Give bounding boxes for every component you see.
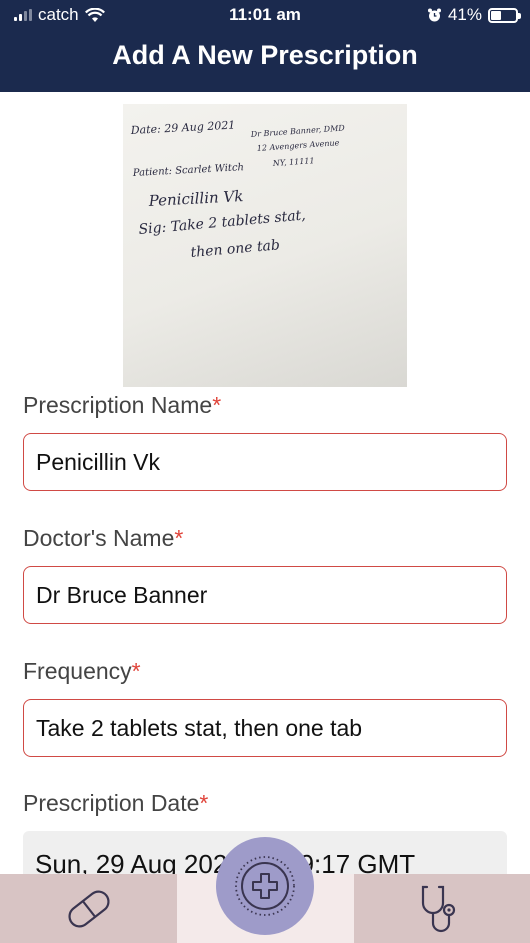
required-marker: * [212, 392, 222, 418]
prescription-date-label: Prescription Date* [23, 790, 208, 817]
photo-patient-text: Patient: Scarlet Witch [132, 162, 245, 179]
doctor-name-value: Dr Bruce Banner [36, 581, 208, 608]
tab-doctors[interactable] [354, 874, 530, 943]
photo-sig-line1: Sig: Take 2 tablets stat, [138, 207, 306, 238]
plus-circle-icon [235, 856, 295, 916]
required-marker: * [199, 790, 209, 816]
photo-doctor-line3: NY, 11111 [272, 156, 315, 168]
battery-percent: 41% [447, 5, 482, 24]
status-right: 41% [427, 5, 521, 25]
app-screen: catch 11:01 am 41% Add A New Prescriptio… [0, 0, 530, 943]
doctor-name-label-text: Doctor's Name [23, 525, 175, 551]
prescription-name-value: Penicillin Vk [36, 448, 160, 475]
pill-icon [67, 890, 110, 927]
frequency-label-text: Frequency [23, 658, 132, 684]
photo-doctor-line1: Dr Bruce Banner, DMD [250, 123, 346, 139]
prescription-name-input[interactable]: Penicillin Vk [23, 433, 507, 491]
tab-medications[interactable] [0, 874, 177, 943]
prescription-name-label: Prescription Name* [23, 392, 221, 419]
doctor-name-label: Doctor's Name* [23, 525, 183, 552]
photo-sig-line2: then one tab [190, 237, 281, 261]
add-prescription-button[interactable] [216, 837, 314, 935]
photo-drug-text: Penicillin Vk [147, 187, 244, 210]
photo-date-text: Date: 29 Aug 2021 [129, 119, 235, 138]
battery-icon [488, 7, 521, 23]
page-title: Add A New Prescription [112, 40, 418, 70]
required-marker: * [131, 658, 141, 684]
stethoscope-icon [421, 885, 456, 932]
frequency-value: Take 2 tablets stat, then one tab [36, 714, 363, 741]
alarm-icon [427, 8, 441, 21]
prescription-photo[interactable]: Date: 29 Aug 2021 Dr Bruce Banner, DMD 1… [123, 104, 407, 387]
frequency-input[interactable]: Take 2 tablets stat, then one tab [23, 699, 507, 757]
photo-doctor-line2: 12 Avengers Avenue [257, 138, 340, 153]
status-bar: catch 11:01 am 41% [0, 0, 530, 30]
doctor-name-input[interactable]: Dr Bruce Banner [23, 566, 507, 624]
prescription-date-label-text: Prescription Date [23, 790, 200, 816]
required-marker: * [174, 525, 184, 551]
header-bar: catch 11:01 am 41% Add A New Prescriptio… [0, 0, 530, 92]
frequency-label: Frequency* [23, 658, 141, 685]
prescription-name-label-text: Prescription Name [23, 392, 213, 418]
